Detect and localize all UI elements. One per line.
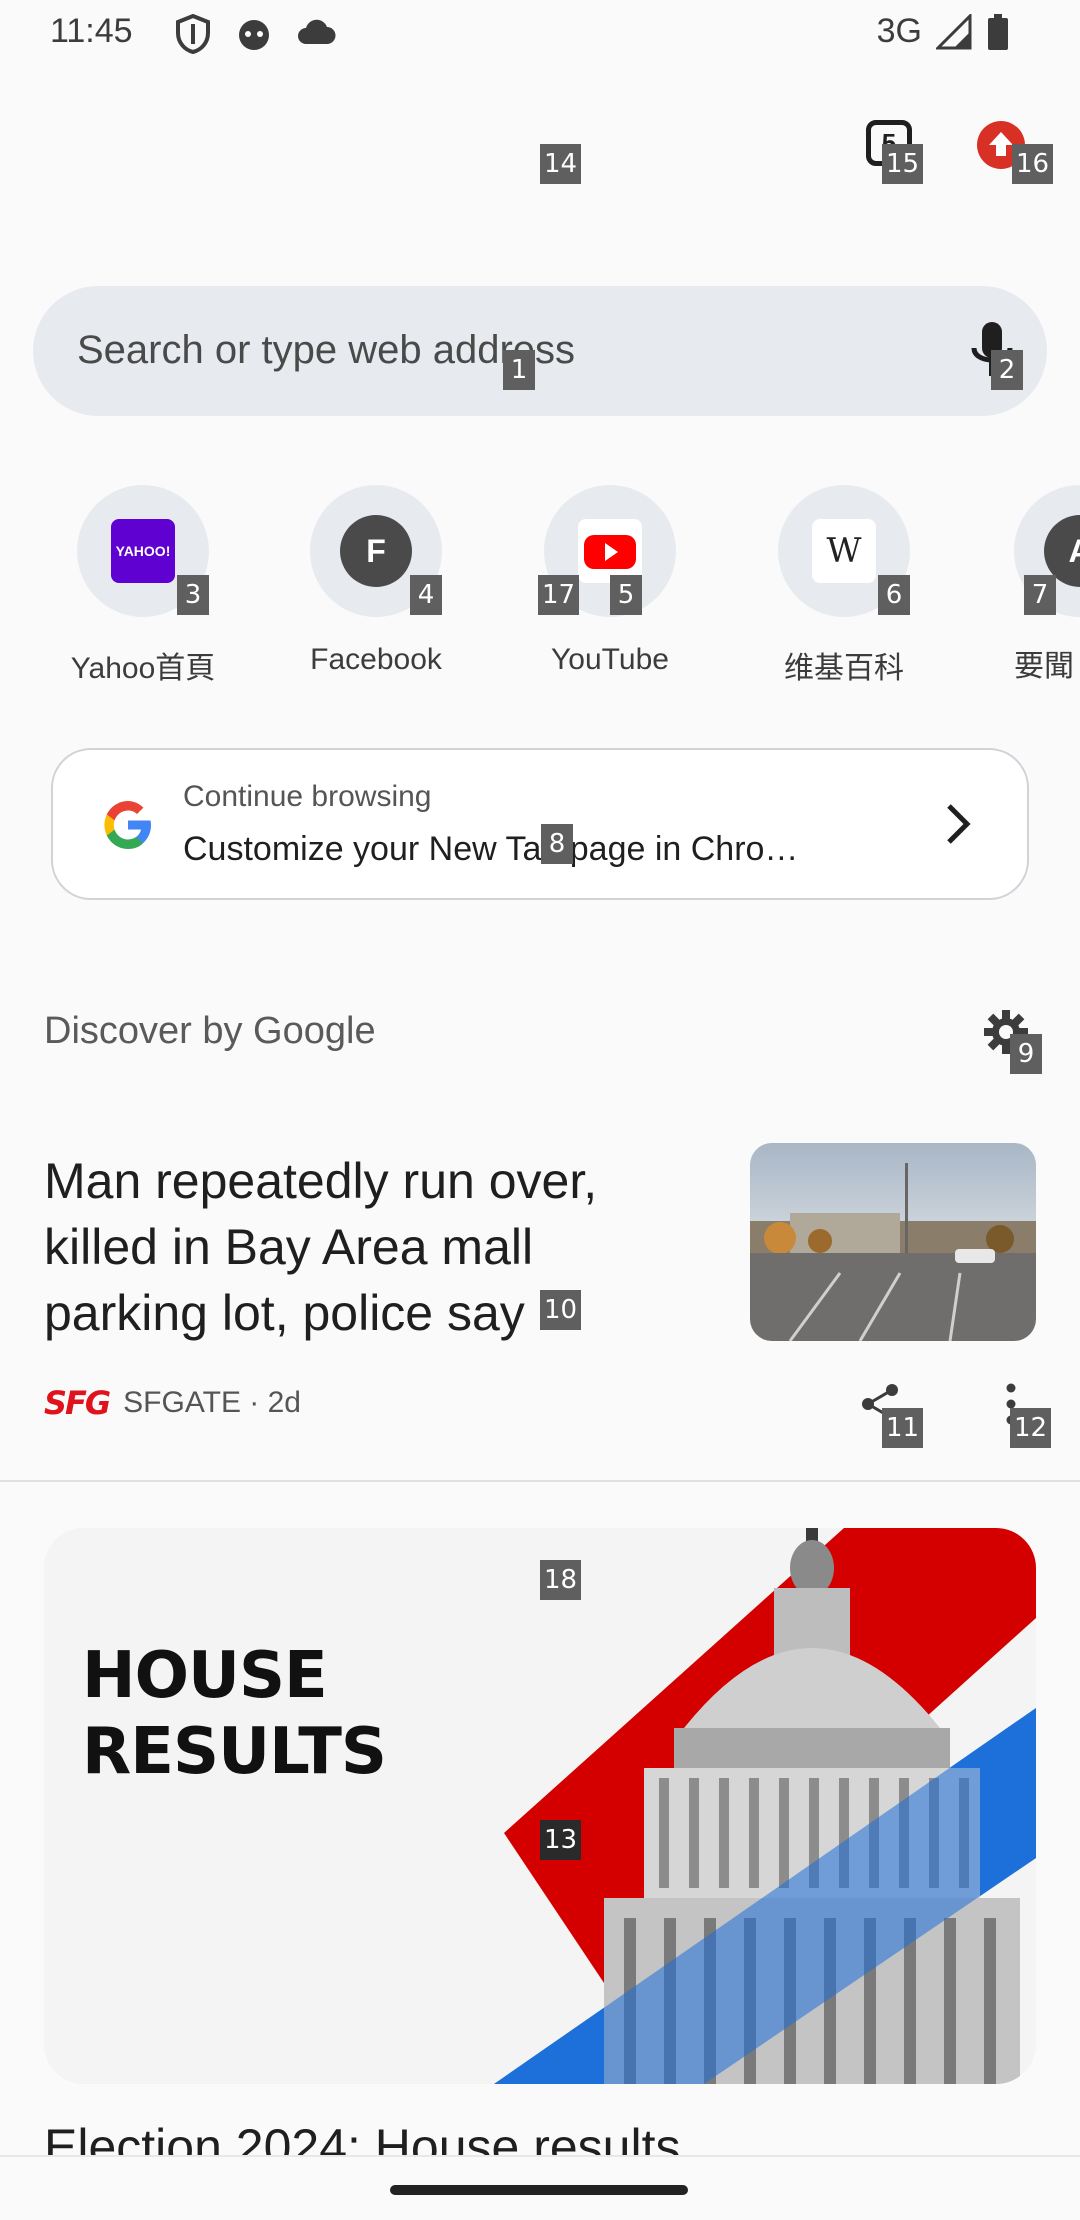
continue-subtitle: Customize your New Tab page in Chro… <box>183 830 799 868</box>
facebook-letter-icon: F <box>340 515 412 587</box>
house-text-line2: RESULTS <box>82 1715 387 1789</box>
tag-label: 11 <box>882 1408 924 1448</box>
sfgate-logo-icon: SFG <box>44 1384 111 1422</box>
youtube-icon-bg <box>578 519 642 583</box>
article-image-card[interactable]: HOUSE RESULTS 18 13 <box>44 1528 1036 2084</box>
house-results-text: HOUSE RESULTS <box>82 1638 387 1790</box>
tag-label: 2 <box>991 350 1023 390</box>
discover-title: Discover by Google <box>44 1010 376 1052</box>
signal-icon <box>936 13 972 49</box>
wikipedia-icon: W <box>812 519 876 583</box>
tag-label: 14 <box>540 144 582 184</box>
tag-label: 3 <box>177 575 209 615</box>
search-input[interactable]: Search or type web address <box>77 328 575 373</box>
tag-label: 8 <box>541 824 573 864</box>
shortcut-label: YouTube <box>551 643 669 676</box>
house-text-line1: HOUSE <box>82 1639 328 1713</box>
chevron-right-icon <box>947 804 971 844</box>
tag-label: 12 <box>1010 1408 1052 1448</box>
tag-label: 17 <box>538 575 580 615</box>
cat-face-icon <box>236 16 272 57</box>
tag-label: 4 <box>410 575 442 615</box>
tag-label: 1 <box>503 350 535 390</box>
shortcut-label: Facebook <box>310 643 442 676</box>
shortcut-label: 维基百科 <box>784 652 904 685</box>
article-headline[interactable]: Man repeatedly run over, killed in Bay A… <box>44 1148 704 1346</box>
continue-browsing-card[interactable]: Continue browsing Customize your New Tab… <box>51 748 1029 900</box>
article-source-row: SFG SFGATE · 2d <box>44 1384 301 1422</box>
facebook-letter: F <box>366 533 386 569</box>
tag-label: 9 <box>1010 1034 1042 1074</box>
status-time: 11:45 <box>50 12 133 50</box>
wikipedia-letter: W <box>826 531 862 571</box>
shortcut-icon-circle: 5 17 <box>538 485 676 617</box>
shortcut-label: Yahoo首頁 <box>70 652 216 685</box>
yahoo-logo-text: YAHOO! <box>115 543 171 559</box>
tag-label: 15 <box>882 144 924 184</box>
status-right: 3G <box>877 12 1010 51</box>
shield-icon <box>175 13 211 59</box>
youtube-play-icon <box>584 535 636 569</box>
tag-label: 10 <box>540 1290 582 1330</box>
shortcut-news[interactable]: A 7 要聞 <box>1014 485 1080 685</box>
shortcut-icon-circle: YAHOO! 3 <box>77 485 209 617</box>
article-source-meta: SFGATE · 2d <box>123 1386 301 1419</box>
shortcut-icon-circle: W 6 <box>778 485 910 617</box>
toolbar: 14 5 15 16 <box>0 70 1080 230</box>
news-letter: A <box>1068 533 1080 569</box>
capitol-image <box>44 1528 1036 2084</box>
continue-title: Continue browsing <box>183 780 432 813</box>
tag-label: 18 <box>540 1560 582 1600</box>
yahoo-logo-icon: YAHOO! <box>111 519 175 583</box>
gesture-nav-bar <box>0 2155 1080 2220</box>
network-type: 3G <box>876 12 922 50</box>
shortcut-icon-circle: F 4 <box>310 485 442 617</box>
tag-label: 5 <box>610 575 642 615</box>
shortcut-youtube[interactable]: 5 17 YouTube <box>510 485 710 677</box>
status-bar: 11:45 3G <box>0 0 1080 70</box>
tag-label: 7 <box>1024 575 1056 615</box>
tag-label: 16 <box>1012 144 1054 184</box>
parking-lot-image <box>750 1143 1036 1341</box>
divider <box>0 1480 1080 1482</box>
tag-label: 13 <box>540 1820 582 1860</box>
tag-label: 6 <box>878 575 910 615</box>
google-g-icon <box>104 801 151 849</box>
article-thumbnail[interactable] <box>750 1143 1036 1341</box>
shortcut-wikipedia[interactable]: W 6 维基百科 <box>744 485 944 687</box>
cloud-icon <box>296 18 336 51</box>
home-gesture-handle[interactable] <box>390 2185 688 2195</box>
shortcut-facebook[interactable]: F 4 Facebook <box>276 485 476 677</box>
search-box[interactable]: Search or type web address 1 2 <box>33 286 1047 416</box>
shortcut-label: 要聞 <box>1014 650 1074 683</box>
battery-icon <box>988 13 1008 50</box>
shortcut-yahoo[interactable]: YAHOO! 3 Yahoo首頁 <box>43 485 243 687</box>
